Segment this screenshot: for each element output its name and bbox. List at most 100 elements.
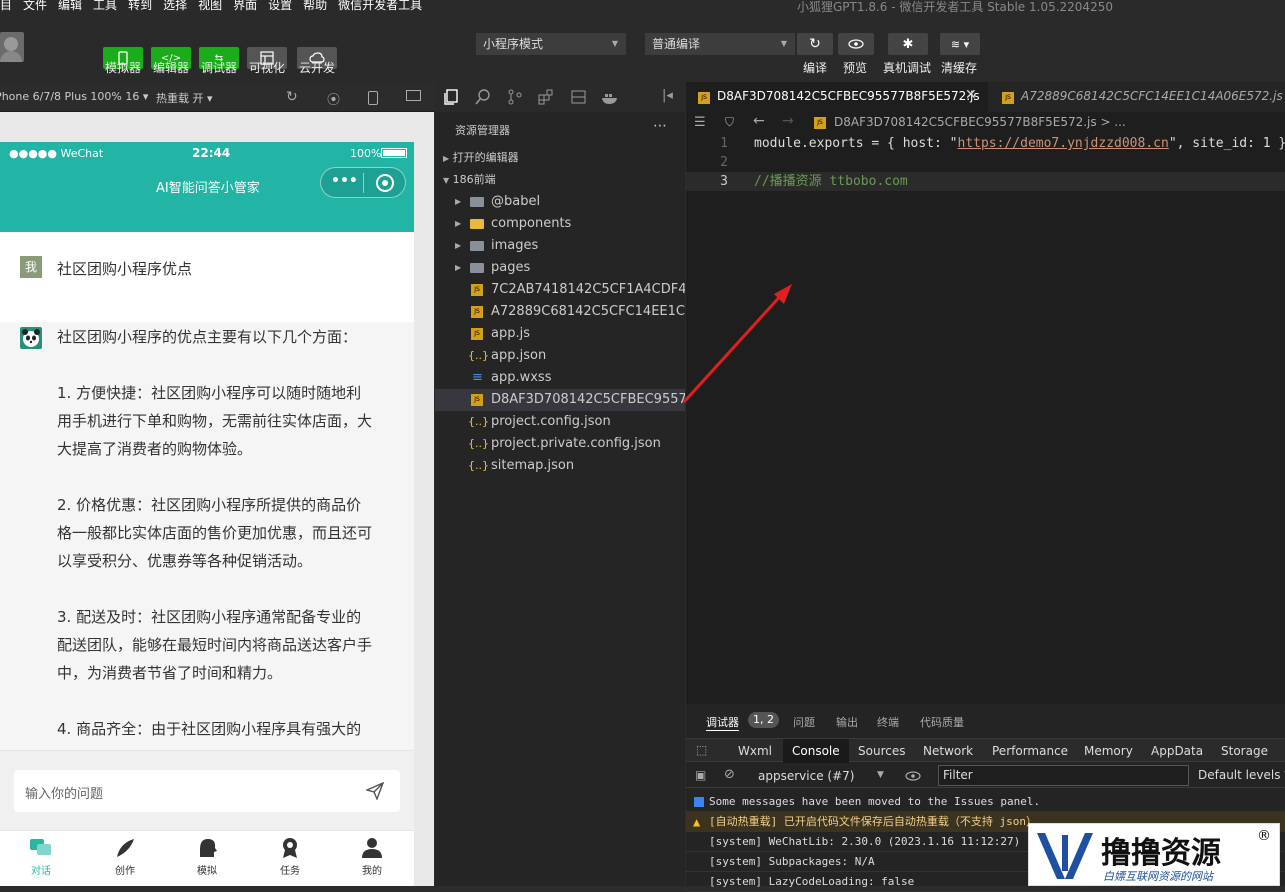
tree-item[interactable]: {..} app.json [435,345,685,367]
compile-button[interactable]: ↻ [797,33,833,55]
tab-network[interactable]: Network [914,739,982,763]
tree-item[interactable]: ▶ images [435,235,685,257]
editor-tab[interactable]: JS A72889C68142C5CFC14EE1C14A06E572.js [1002,82,1285,112]
tab-task[interactable]: 任务 [270,837,310,881]
tab-storage[interactable]: Storage [1212,739,1277,763]
menu-goto[interactable]: 转到 [128,0,152,11]
tree-item[interactable]: ▶ @babel [435,191,685,213]
eye-icon[interactable] [905,771,921,781]
code-line[interactable]: 2 [686,153,1285,172]
cloud-storage-icon[interactable] [571,89,587,105]
user-avatar[interactable] [0,32,24,62]
tree-item[interactable]: ▶ components [435,213,685,235]
send-icon[interactable] [366,782,384,800]
log-text: [system] WeChatLib: 2.30.0 (2023.1.16 11… [709,835,1021,848]
search-icon[interactable] [475,89,491,105]
menu-select[interactable]: 选择 [163,0,187,11]
tree-item[interactable]: JS A72889C68142C5CFC14EE1C14... [435,301,685,323]
device-select[interactable]: iPhone 6/7/8 Plus 100% 16 ▾ [0,90,148,103]
menu-tools[interactable]: 工具 [93,0,117,11]
tree-item[interactable]: {..} project.private.config.json [435,433,685,455]
tab-debugger[interactable]: 调试器 [706,714,739,731]
project-root[interactable]: ▼ 186前端 [435,169,685,191]
input-placeholder: 输入你的问题 [25,787,104,802]
tab-create[interactable]: 创作 [105,837,145,881]
js-file-icon: JS [1002,92,1014,104]
tree-item[interactable]: {..} project.config.json [435,411,685,433]
tab-memory[interactable]: Memory [1075,739,1142,763]
carrier-text: ●●●●● WeChat [9,147,104,160]
filter-input[interactable]: Filter [938,765,1189,786]
close-capsule-icon[interactable] [376,174,394,192]
menu-help[interactable]: 帮助 [303,0,327,11]
tree-item[interactable]: JS app.js [435,323,685,345]
clear-console-icon[interactable]: ⊘ [724,767,735,782]
menu-wechat-devtools[interactable]: 微信开发者工具 [338,0,422,11]
collapse-panel-icon[interactable]: |◂ [662,88,673,103]
tab-appdata[interactable]: AppData [1142,739,1212,763]
device-icon[interactable] [368,91,378,105]
list-icon[interactable]: ☰ [694,115,706,130]
tab-problems[interactable]: 问题 [793,714,815,730]
tab-wxml[interactable]: Wxml [729,739,781,763]
menu-file[interactable]: 文件 [23,0,47,11]
open-editors-section[interactable]: ▶ 打开的编辑器 [435,147,685,169]
tab-sources[interactable]: Sources [849,739,914,763]
tab-chat[interactable]: 对话 [21,837,61,881]
chevron-down-icon[interactable]: ▼ [877,770,884,780]
editor-tab-active[interactable]: JS D8AF3D708142C5CFBEC95577B8F5E572.js ✕ [686,82,988,112]
tree-item[interactable]: JS 7C2AB7418142C5CF1A4CDF464... [435,279,685,301]
breadcrumb[interactable]: D8AF3D708142C5CFBEC95577B8F5E572.js > ..… [834,115,1126,129]
docker-icon[interactable] [601,89,619,105]
tree-item[interactable]: ≡ app.wxss [435,367,685,389]
preview-button[interactable] [838,33,874,55]
tab-simulate[interactable]: 模拟 [187,837,227,881]
code-line[interactable]: 3 //播播资源 ttbobo.com [686,172,1285,191]
menu-settings[interactable]: 设置 [268,0,292,11]
levels-select[interactable]: Default levels ▼ [1198,768,1285,782]
json-file-icon: {..} [468,349,489,362]
chevron-right-icon: ▶ [455,197,462,206]
tab-code-quality[interactable]: 代码质量 [920,714,964,730]
clearcache-button[interactable]: ≋ ▾ [940,33,980,55]
tree-item-label: 7C2AB7418142C5CF1A4CDF464... [491,282,685,297]
menu-view[interactable]: 视图 [198,0,222,11]
bookmark-icon[interactable]: ⛉ [725,115,734,130]
tab-performance[interactable]: Performance [983,739,1077,763]
answer-line: 用手机进行下单和购物，无需前往实体店面，大 [57,412,373,430]
menu-project[interactable]: 项目 [0,0,12,11]
compile-select[interactable]: 普通编译 ▼ [645,33,795,55]
code-line[interactable]: 1 module.exports = { host: "https://demo7… [686,134,1285,153]
code-url[interactable]: https://demo7.ynjdzzd008.cn [958,136,1169,151]
extensions-icon[interactable] [538,89,554,105]
more-icon[interactable]: ••• [331,173,358,189]
back-arrow-icon[interactable]: ← [753,113,765,129]
tab-mine[interactable]: 我的 [352,837,392,881]
record-icon[interactable]: ⦿ [327,89,340,108]
rotate-icon[interactable]: ↻ [286,89,298,105]
forward-arrow-icon[interactable]: → [782,113,794,129]
tree-item[interactable]: {..} sitemap.json [435,455,685,477]
inspect-icon[interactable]: ⬚ [696,743,707,757]
mode-select[interactable]: 小程序模式 ▼ [476,33,626,55]
js-file-icon: JS [471,306,483,318]
menu-edit[interactable]: 编辑 [58,0,82,11]
tree-item[interactable]: JS D8AF3D708142C5CFBEC95577B... [435,389,685,411]
realdebug-button[interactable]: ✱ [888,33,928,55]
log-text: [system] LazyCodeLoading: false [709,875,915,888]
sidebar-toggle-icon[interactable]: ▣ [695,768,706,782]
editor-breadcrumb-bar: ☰ ⛉ ← → JS D8AF3D708142C5CFBEC95577B8F5E… [686,112,1285,134]
tab-console[interactable]: Console [783,739,849,763]
tab-terminal[interactable]: 终端 [877,714,899,730]
more-actions-icon[interactable]: ⋯ [653,118,667,134]
files-icon[interactable] [443,89,459,105]
question-input[interactable]: 输入你的问题 [14,770,400,812]
tree-item[interactable]: ▶ pages [435,257,685,279]
tab-output[interactable]: 输出 [836,714,858,730]
context-select[interactable]: appservice (#7) [758,769,854,783]
menu-interface[interactable]: 界面 [233,0,257,11]
close-tab-icon[interactable]: ✕ [965,87,977,103]
hotreload-toggle[interactable]: 热重载 开 ▾ [156,90,213,106]
detach-window-icon[interactable] [406,90,421,101]
source-control-icon[interactable] [507,89,523,105]
